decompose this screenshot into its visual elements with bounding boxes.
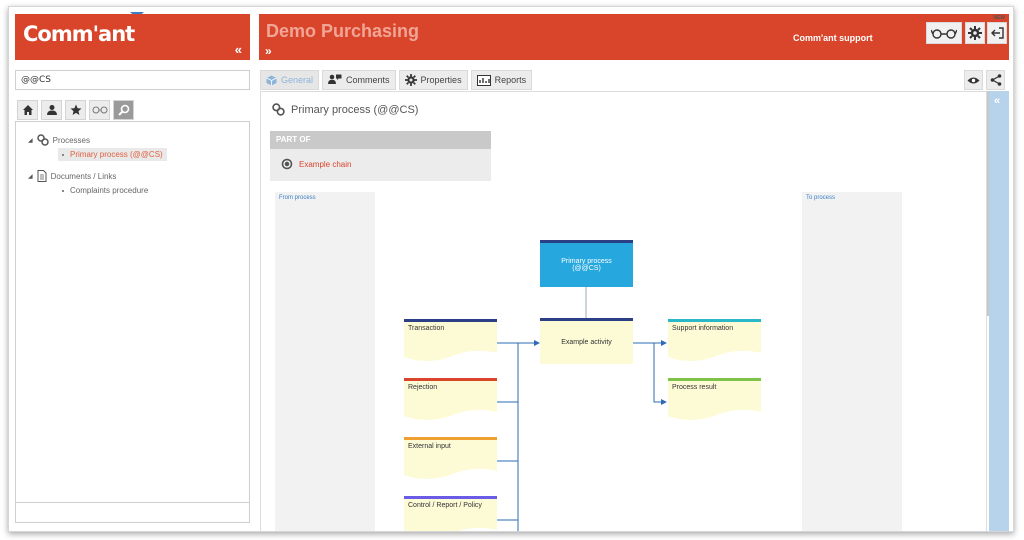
input-document[interactable]: External input: [404, 437, 497, 481]
tree-label-primary: Primary process (@@CS): [70, 150, 163, 159]
tree-panel: ◢ Processes Primary process (@@CS) ◢ Doc…: [15, 121, 250, 503]
main-tab-bar: General Comments Properties Reports: [260, 70, 533, 90]
gear-icon: [404, 74, 417, 86]
collapse-left-button[interactable]: «: [235, 42, 242, 57]
tab-general-label: General: [281, 75, 314, 85]
glasses-icon: [931, 29, 957, 39]
comments-icon: [328, 74, 342, 84]
tab-properties[interactable]: Properties: [398, 70, 468, 90]
expand-panel-button[interactable]: »: [265, 44, 272, 58]
user-icon: [46, 105, 57, 115]
share-icon: [990, 74, 1001, 86]
document-label: External input: [408, 443, 451, 450]
app-title: Demo Purchasing: [266, 21, 420, 41]
expand-arrow-icon[interactable]: ◢: [28, 173, 33, 180]
tree-item-complaints[interactable]: Complaints procedure: [62, 186, 148, 195]
support-link[interactable]: Comm'ant support: [793, 33, 873, 43]
eye-icon: [967, 77, 980, 83]
document-label: Rejection: [408, 384, 438, 391]
process-icon: [36, 134, 49, 146]
view-actions: [964, 70, 1005, 90]
logo[interactable]: Comm'ant: [23, 22, 135, 46]
settings-button[interactable]: [965, 22, 985, 44]
left-tab-bar: [17, 100, 134, 120]
star-icon: [70, 104, 81, 115]
report-icon: [476, 74, 491, 86]
magnifier-icon: [117, 104, 129, 116]
cube-icon: [266, 75, 277, 85]
expand-arrow-icon[interactable]: ◢: [28, 137, 33, 144]
document-icon: [37, 170, 47, 182]
read-tab[interactable]: [89, 100, 110, 120]
side-panel: «: [989, 91, 1009, 531]
read-mode-button[interactable]: [926, 22, 962, 44]
tab-comments[interactable]: Comments: [322, 70, 396, 90]
gear-icon: [968, 26, 982, 40]
tab-reports[interactable]: Reports: [470, 70, 533, 90]
view-button[interactable]: [964, 70, 983, 90]
favorites-tab[interactable]: [65, 100, 86, 120]
primary-process-box[interactable]: Primary process (@@CS): [540, 240, 633, 287]
new-badge: NEW: [993, 15, 1005, 21]
side-panel-toggle[interactable]: «: [994, 95, 1000, 107]
logout-button[interactable]: [987, 22, 1007, 44]
activity-label: Example activity: [561, 339, 612, 346]
document-label: Process result: [672, 384, 717, 391]
tab-comments-label: Comments: [346, 75, 390, 85]
tree-footer: [15, 503, 250, 523]
logo-bar: Comm'ant «: [15, 14, 250, 60]
tree-label-processes: Processes: [52, 135, 90, 145]
document-label: Support information: [672, 325, 734, 332]
app-window: Comm'ant « Demo Purchasing » Comm'ant su…: [8, 6, 1014, 532]
tree-label-complaints: Complaints procedure: [70, 186, 149, 195]
search-input[interactable]: @@CS: [15, 70, 250, 90]
input-document[interactable]: Transaction: [404, 319, 497, 363]
glasses-icon: [92, 106, 107, 114]
output-document[interactable]: Support information: [668, 319, 761, 363]
document-label: Control / Report / Policy: [408, 502, 482, 509]
tree-label-documents: Documents / Links: [50, 171, 117, 181]
home-tab[interactable]: [17, 100, 38, 120]
document-label: Transaction: [408, 325, 445, 332]
title-bar: Demo Purchasing » Comm'ant support NEW: [259, 14, 1009, 60]
search-tab[interactable]: [113, 100, 134, 120]
activity-box[interactable]: Example activity: [540, 318, 633, 364]
diagram-connectors: [497, 287, 667, 531]
input-document[interactable]: Rejection: [404, 378, 497, 422]
tab-reports-label: Reports: [494, 75, 527, 85]
home-icon: [22, 105, 33, 115]
bullet: [62, 153, 64, 156]
process-box-line2: (@@CS): [572, 265, 601, 272]
output-document[interactable]: Process result: [668, 378, 761, 422]
input-document[interactable]: Control / Report / Policy: [404, 496, 497, 531]
tree-item-primary-process[interactable]: Primary process (@@CS): [58, 148, 167, 161]
tab-general[interactable]: General: [260, 70, 320, 90]
tree-node-processes[interactable]: ◢ Processes: [28, 134, 90, 146]
content-panel: Primary process (@@CS) PART OF Example c…: [260, 91, 987, 531]
bullet: [62, 189, 64, 192]
logout-icon: [991, 27, 1004, 39]
users-tab[interactable]: [41, 100, 62, 120]
process-box-line1: Primary process: [561, 258, 612, 265]
share-button[interactable]: [986, 70, 1005, 90]
tree-node-documents[interactable]: ◢ Documents / Links: [28, 170, 116, 182]
tab-properties-label: Properties: [420, 75, 462, 85]
